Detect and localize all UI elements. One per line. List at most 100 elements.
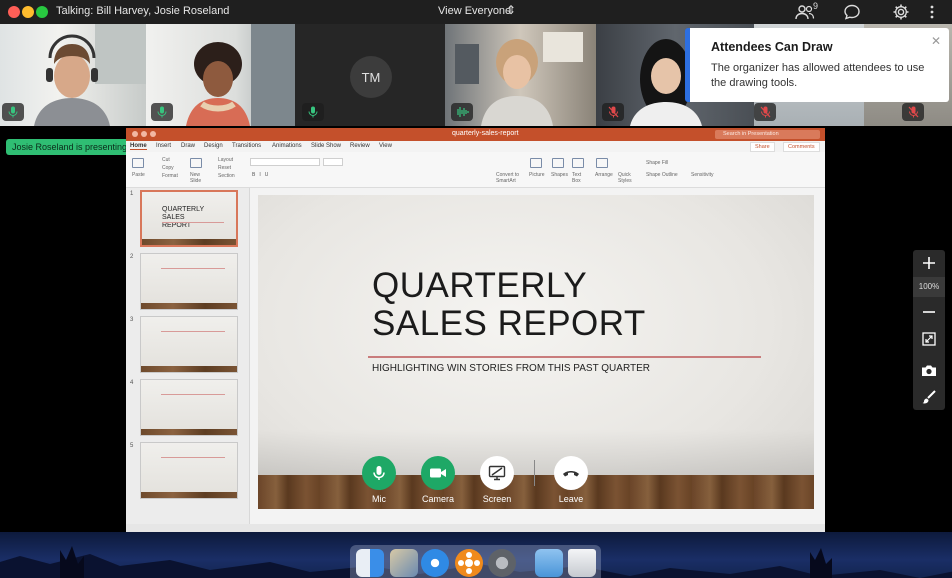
picture-label: Picture <box>529 172 545 178</box>
thumbnail-rule <box>161 457 225 458</box>
text-box-icon <box>572 158 584 168</box>
mic-button[interactable] <box>362 456 396 490</box>
slide-wood-floor <box>258 475 814 509</box>
tab-animations: Animations <box>272 143 302 149</box>
thumbnail-rule <box>161 394 225 395</box>
tab-home: Home <box>130 143 147 150</box>
audio-speaking-icon <box>451 103 473 121</box>
zoom-in-button[interactable] <box>913 250 945 276</box>
slide-thumbnail <box>140 316 238 373</box>
format-label: Format <box>162 173 178 179</box>
shapes-label: Shapes <box>551 172 568 178</box>
zoom-out-button[interactable] <box>913 299 945 325</box>
thumbnail-rule <box>161 331 225 332</box>
shape-outline-label: Shape Outline <box>646 172 678 178</box>
thumbnail-floor <box>141 492 237 498</box>
close-icon[interactable]: ✕ <box>931 34 941 48</box>
safari-icon[interactable] <box>421 549 449 577</box>
zoom-window-button[interactable] <box>36 6 48 18</box>
mic-label: Mic <box>372 494 386 504</box>
app-launcher-icon[interactable] <box>455 549 483 577</box>
current-slide: QUARTERLY SALES REPORT HIGHLIGHTING WIN … <box>258 195 814 509</box>
thumbnail-number: 3 <box>130 317 134 323</box>
shared-screen[interactable]: quarterly-sales-report Search in Present… <box>126 128 825 532</box>
slide-title-line-2: SALES REPORT <box>372 304 646 343</box>
notification-title: Attendees Can Draw <box>711 40 833 54</box>
leave-button[interactable] <box>554 456 588 490</box>
reset-label: Reset <box>218 165 232 171</box>
sensitivity-label: Sensitivity <box>691 172 714 178</box>
camera-label: Camera <box>421 494 454 504</box>
notification-body: The organizer has allowed attendees to u… <box>711 62 925 89</box>
thumbnail-number: 5 <box>130 443 134 449</box>
thumbnail-rule <box>162 222 224 223</box>
mic-muted-icon <box>754 103 776 121</box>
camera-icon <box>922 365 936 376</box>
thumbnail-floor <box>142 239 236 245</box>
mic-muted-icon <box>902 103 924 121</box>
slide-thumbnail: QUARTERLY SALES REPORT <box>140 190 238 247</box>
gear-icon[interactable] <box>892 3 910 26</box>
participants-icon[interactable] <box>795 3 815 26</box>
slide-thumbnail <box>140 379 238 436</box>
title-bar: Talking: Bill Harvey, Josie Roseland Vie… <box>0 0 952 24</box>
minimize-window-button[interactable] <box>22 6 34 18</box>
mic-muted-icon <box>602 103 624 121</box>
ppt-title-bar: quarterly-sales-report Search in Present… <box>126 128 825 141</box>
view-mode-select[interactable]: View Everyone <box>438 5 511 17</box>
participant-tile[interactable] <box>146 24 295 126</box>
ppt-window-dot <box>132 131 138 137</box>
mic-on-icon <box>2 103 24 121</box>
ppt-status-bar <box>126 524 825 532</box>
screen-share-icon <box>488 465 506 481</box>
slide-title: QUARTERLY SALES REPORT <box>372 267 646 343</box>
share-button: Share <box>750 142 775 152</box>
camera-button[interactable] <box>421 456 455 490</box>
participant-tile[interactable] <box>445 24 596 126</box>
ppt-window-dot <box>150 131 156 137</box>
chevron-updown-icon[interactable]: ⇕ <box>506 3 516 17</box>
tab-design: Design <box>204 143 223 149</box>
presenter-label: Josie Roseland is presenting <box>6 139 134 155</box>
thumbnail-number: 2 <box>130 254 134 260</box>
applications-folder-icon[interactable] <box>535 549 563 577</box>
comments-button: Comments <box>783 142 820 152</box>
minus-icon <box>923 311 935 313</box>
ppt-search-field: Search in Presentation <box>715 130 820 139</box>
mic-on-icon <box>302 103 324 121</box>
participant-tile[interactable] <box>0 24 146 126</box>
slide-thumbnail <box>140 253 238 310</box>
tab-review: Review <box>350 143 370 149</box>
cut-label: Cut <box>162 157 170 163</box>
photo-app-icon[interactable] <box>390 549 418 577</box>
paste-label: Paste <box>132 172 145 178</box>
slide-title-line-1: QUARTERLY <box>372 266 588 305</box>
convert-smartart-label: Convert to SmartArt <box>496 172 520 184</box>
chat-icon[interactable] <box>843 3 861 26</box>
snapshot-button[interactable] <box>913 357 945 383</box>
slide-divider <box>368 356 761 358</box>
thumbnail-floor <box>141 366 237 372</box>
draw-button[interactable] <box>913 384 945 410</box>
tab-insert: Insert <box>156 143 172 149</box>
slide-thumbnail <box>140 442 238 499</box>
screen-share-button[interactable] <box>480 456 514 490</box>
fit-to-screen-button[interactable] <box>913 326 945 352</box>
tab-draw: Draw <box>181 143 196 149</box>
trash-icon[interactable] <box>568 549 596 577</box>
zoom-toolbar: 100% <box>913 250 945 410</box>
hang-up-icon <box>563 471 579 477</box>
microphone-icon <box>373 466 385 480</box>
ppt-ribbon: Paste Cut Copy Format New Slide Layout R… <box>126 152 825 188</box>
quick-styles-label: Quick Styles <box>618 172 632 184</box>
thumbnail-number: 4 <box>130 380 134 386</box>
system-preferences-icon[interactable] <box>488 549 516 577</box>
finder-icon[interactable] <box>356 549 384 577</box>
close-window-button[interactable] <box>8 6 20 18</box>
thumbnail-title: QUARTERLY SALES REPORT <box>162 206 205 229</box>
font-size-select <box>323 158 343 166</box>
thumbnail-rule <box>161 268 225 269</box>
tab-view: View <box>379 143 392 149</box>
paste-icon <box>132 158 144 168</box>
more-options-icon[interactable] <box>928 3 936 26</box>
